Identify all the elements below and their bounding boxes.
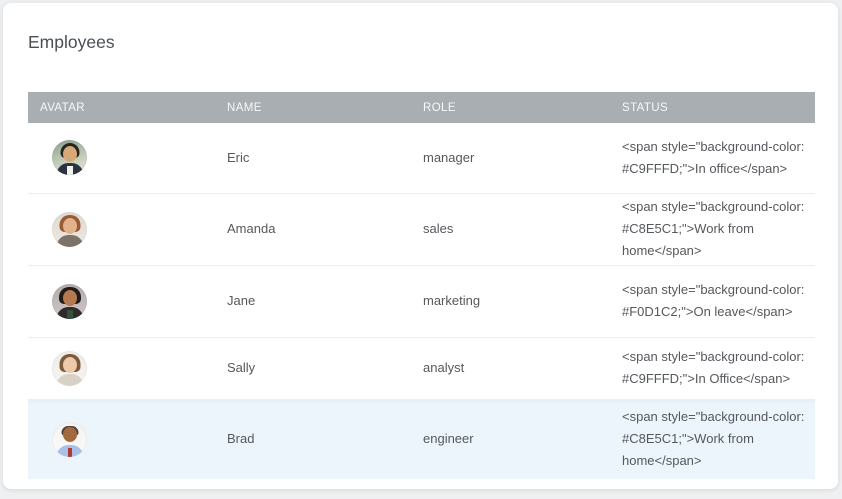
- employee-status: <span style="background-color: #C9FFFD;"…: [610, 123, 815, 193]
- employee-name: Jane: [215, 265, 411, 337]
- avatar-face-shape: [63, 218, 77, 234]
- employees-card: Employees AVATAR NAME ROLE STATUS Eric m…: [3, 3, 838, 489]
- employee-name: Sally: [215, 337, 411, 399]
- table-row[interactable]: Amanda sales <span style="background-col…: [28, 193, 815, 265]
- employee-role: manager: [411, 123, 610, 193]
- avatar-shirt-shape: [67, 166, 73, 175]
- employee-avatar: [52, 212, 87, 247]
- avatar-cell: [28, 399, 215, 479]
- avatar-cell: [28, 337, 215, 399]
- table-row[interactable]: Sally analyst <span style="background-co…: [28, 337, 815, 399]
- avatar-face-shape: [63, 290, 77, 306]
- column-header-status: STATUS: [610, 92, 815, 123]
- table-row[interactable]: Brad engineer <span style="background-co…: [28, 399, 815, 479]
- column-header-role: ROLE: [411, 92, 610, 123]
- column-header-name: NAME: [215, 92, 411, 123]
- page-title: Employees: [28, 31, 838, 53]
- column-header-avatar: AVATAR: [28, 92, 215, 123]
- employee-status: <span style="background-color: #F0D1C2;"…: [610, 265, 815, 337]
- employee-name: Amanda: [215, 193, 411, 265]
- employee-role: sales: [411, 193, 610, 265]
- employee-avatar: [52, 140, 87, 175]
- table-header-row: AVATAR NAME ROLE STATUS: [28, 92, 815, 123]
- avatar-face-shape: [63, 357, 77, 373]
- table-header: AVATAR NAME ROLE STATUS: [28, 92, 815, 123]
- table-row[interactable]: Jane marketing <span style="background-c…: [28, 265, 815, 337]
- employee-role: engineer: [411, 399, 610, 479]
- avatar-cell: [28, 193, 215, 265]
- employee-status: <span style="background-color: #C8E5C1;"…: [610, 193, 815, 265]
- avatar-shirt-shape: [67, 310, 73, 319]
- table-body: Eric manager <span style="background-col…: [28, 123, 815, 479]
- employee-role: marketing: [411, 265, 610, 337]
- employee-status: <span style="background-color: #C9FFFD;"…: [610, 337, 815, 399]
- employee-avatar: [52, 284, 87, 319]
- avatar-shirt-shape: [67, 377, 73, 386]
- avatar-face-shape: [63, 427, 77, 442]
- avatar-face-shape: [63, 146, 77, 162]
- employee-avatar: [52, 351, 87, 386]
- table-row[interactable]: Eric manager <span style="background-col…: [28, 123, 815, 193]
- avatar-shirt-shape: [68, 448, 72, 457]
- employee-avatar: [52, 422, 87, 457]
- employees-table: AVATAR NAME ROLE STATUS Eric manager <sp…: [28, 92, 815, 479]
- employee-name: Brad: [215, 399, 411, 479]
- employee-name: Eric: [215, 123, 411, 193]
- employee-status: <span style="background-color: #C8E5C1;"…: [610, 399, 815, 479]
- avatar-cell: [28, 265, 215, 337]
- employee-role: analyst: [411, 337, 610, 399]
- avatar-shirt-shape: [67, 238, 73, 247]
- avatar-cell: [28, 123, 215, 193]
